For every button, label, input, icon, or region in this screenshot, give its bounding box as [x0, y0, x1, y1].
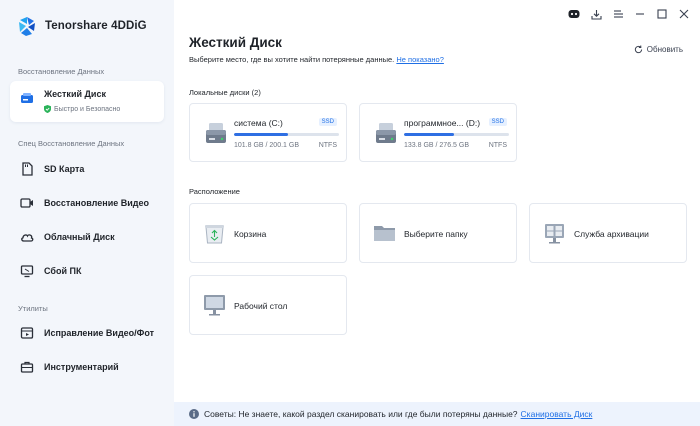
- refresh-label: Обновить: [646, 45, 683, 54]
- sidebar-item-toolbox[interactable]: Инструментарий: [10, 350, 164, 384]
- robot-icon: [568, 10, 580, 18]
- menu-button[interactable]: [610, 6, 626, 22]
- video-icon: [20, 198, 33, 208]
- sidebar-item-label: Облачный Диск: [44, 232, 115, 242]
- location-label: Выберите папку: [404, 229, 468, 239]
- sidebar-item-label: Инструментарий: [44, 362, 119, 372]
- desktop-icon: [204, 295, 225, 316]
- folder-icon: [374, 226, 395, 241]
- maximize-icon: [657, 9, 667, 19]
- not-shown-link[interactable]: Не показано?: [396, 55, 444, 64]
- app-logo-icon: [19, 17, 35, 36]
- tips-text: Советы: Не знаете, какой раздел сканиров…: [204, 409, 518, 419]
- sidebar: Tenorshare 4DDiG Восстановление Данных Ж…: [0, 0, 174, 426]
- sidebar-item-label: Исправление Видео/Фот: [44, 328, 155, 338]
- sidebar-item-label: Жесткий Диск: [44, 89, 106, 99]
- location-label: Служба архивации: [574, 229, 649, 239]
- location-recycle-bin[interactable]: Корзина: [189, 203, 347, 263]
- cloud-icon: [21, 234, 34, 242]
- menu-icon: [613, 10, 623, 18]
- sidebar-item-label: Сбой ПК: [44, 266, 82, 276]
- toolbox-icon: [20, 361, 34, 373]
- minimize-icon: [636, 13, 644, 15]
- drive-usage-fill: [404, 133, 455, 136]
- ssd-badge: SSD: [318, 118, 337, 126]
- drive-name: система (C:): [234, 118, 283, 128]
- recycle-bin-icon: [205, 225, 224, 244]
- backup-monitor-icon: [545, 224, 564, 244]
- sidebar-item-video-photo-repair[interactable]: Исправление Видео/Фот: [10, 316, 164, 350]
- sidebar-item-label: Восстановление Видео: [44, 198, 149, 208]
- page-title: Жесткий Диск: [189, 35, 282, 50]
- minimize-button[interactable]: [632, 6, 648, 22]
- info-icon: [189, 409, 199, 419]
- hard-disk-icon: [376, 123, 396, 143]
- hard-disk-icon: [206, 123, 226, 143]
- drive-card-d[interactable]: программное... (D:) SSD 133.8 GB / 276.5…: [359, 103, 517, 162]
- sidebar-item-label: SD Карта: [44, 164, 85, 174]
- location-label: Рабочий стол: [234, 301, 288, 311]
- sidebar-item-sd-card[interactable]: SD Карта: [10, 152, 164, 186]
- sidebar-item-hard-disk[interactable]: Жесткий Диск Быстро и Безопасно: [10, 81, 164, 122]
- sidebar-item-cloud-disk[interactable]: Облачный Диск: [10, 220, 164, 254]
- maximize-button[interactable]: [654, 6, 670, 22]
- locations-label: Расположение: [189, 187, 240, 196]
- shield-icon: [44, 105, 51, 113]
- window-controls: [566, 6, 692, 22]
- brand: Tenorshare 4DDiG: [16, 14, 147, 38]
- hard-disk-icon: [21, 93, 33, 103]
- tips-bar: Советы: Не знаете, какой раздел сканиров…: [174, 402, 700, 426]
- close-button[interactable]: [676, 6, 692, 22]
- drive-filesystem: NTFS: [318, 142, 337, 149]
- close-icon: [679, 9, 689, 19]
- drive-filesystem: NTFS: [488, 142, 507, 149]
- sidebar-item-video-recovery[interactable]: Восстановление Видео: [10, 186, 164, 220]
- section-special-label: Спец Восстановление Данных: [18, 139, 125, 148]
- download-icon: [590, 9, 602, 20]
- location-backup-service[interactable]: Служба архивации: [529, 203, 687, 263]
- drive-usage-bar: [404, 133, 509, 136]
- drive-name: программное... (D:): [404, 118, 481, 128]
- pc-crash-icon: [20, 265, 34, 278]
- drive-usage-bar: [234, 133, 339, 136]
- location-select-folder[interactable]: Выберите папку: [359, 203, 517, 263]
- ssd-badge: SSD: [488, 118, 507, 126]
- refresh-button[interactable]: Обновить: [634, 45, 683, 54]
- location-label: Корзина: [234, 229, 267, 239]
- download-button[interactable]: [588, 6, 604, 22]
- app-window: Tenorshare 4DDiG Восстановление Данных Ж…: [0, 0, 700, 426]
- location-desktop[interactable]: Рабочий стол: [189, 275, 347, 335]
- page-subtitle: Выберите место, где вы хотите найти поте…: [189, 55, 444, 64]
- section-utils-label: Утилиты: [18, 304, 48, 313]
- drive-usage-fill: [234, 133, 288, 136]
- sidebar-item-sub: Быстро и Безопасно: [44, 105, 120, 113]
- app-name: Tenorshare 4DDiG: [45, 20, 147, 32]
- sd-card-icon: [22, 162, 33, 176]
- local-disks-label: Локальные диски (2): [189, 88, 261, 97]
- scan-disk-link[interactable]: Сканировать Диск: [521, 409, 593, 419]
- sidebar-item-pc-crash[interactable]: Сбой ПК: [10, 254, 164, 288]
- sidebar-item-sublabel: Быстро и Безопасно: [54, 105, 121, 113]
- refresh-icon: [634, 45, 642, 54]
- drive-size: 101.8 GB / 200.1 GB: [234, 142, 299, 149]
- drive-size: 133.8 GB / 276.5 GB: [404, 142, 469, 149]
- section-recovery-label: Восстановление Данных: [18, 67, 105, 76]
- main-panel: Жесткий Диск Выберите место, где вы хоти…: [174, 0, 700, 426]
- subtitle-text: Выберите место, где вы хотите найти поте…: [189, 55, 395, 64]
- assistant-button[interactable]: [566, 6, 582, 22]
- repair-icon: [20, 327, 34, 339]
- drive-card-c[interactable]: система (C:) SSD 101.8 GB / 200.1 GB NTF…: [189, 103, 347, 162]
